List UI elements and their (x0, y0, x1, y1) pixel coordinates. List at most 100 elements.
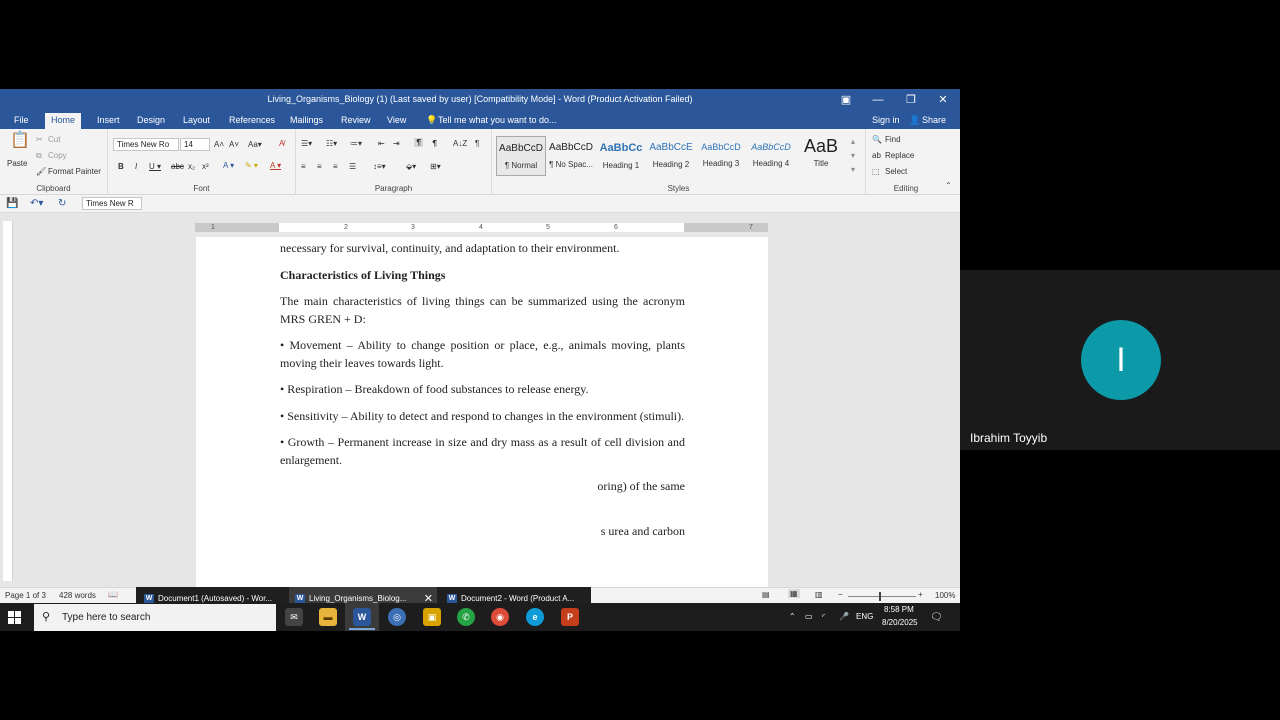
undo-icon[interactable]: ↶▾ (30, 198, 43, 209)
store-icon[interactable]: ▣ (423, 608, 441, 626)
qat-font-box[interactable]: Times New R (82, 197, 142, 210)
shrink-font-icon[interactable]: A˅ (229, 140, 239, 149)
document-body[interactable]: necessary for survival, continuity, and … (280, 237, 685, 540)
style-heading-4[interactable]: AaBbCcD Heading 4 (746, 136, 796, 176)
strikethrough-icon[interactable]: abc (171, 162, 184, 171)
styles-scroll-down-icon[interactable]: ▾ (851, 151, 855, 160)
clear-formatting-icon[interactable]: A̸ (279, 139, 284, 148)
pilcrow-icon[interactable]: ¶ (475, 139, 479, 148)
microphone-icon[interactable]: 🎤 (839, 612, 849, 621)
read-mode-icon[interactable]: ▤ (762, 590, 770, 599)
tab-design[interactable]: Design (131, 113, 171, 129)
web-layout-icon[interactable]: ▥ (815, 590, 823, 599)
thumbnail-document2[interactable]: W Document2 - Word (Product A... (441, 587, 589, 603)
decrease-indent-icon[interactable]: ⇤ (378, 139, 385, 148)
underline-icon[interactable]: U ▾ (149, 162, 161, 171)
shading-icon[interactable]: ⬙▾ (406, 162, 416, 171)
justify-icon[interactable]: ☰ (349, 162, 356, 171)
whatsapp-icon[interactable]: ✆ (457, 608, 475, 626)
subscript-icon[interactable]: x₂ (188, 162, 195, 171)
font-color-icon[interactable]: A ▾ (270, 161, 281, 170)
align-center-icon[interactable]: ≡ (317, 162, 322, 171)
line-spacing-icon[interactable]: ↕≡▾ (373, 162, 386, 171)
save-icon[interactable]: 💾 (6, 198, 18, 209)
zoom-slider[interactable] (848, 596, 916, 597)
zoom-in-icon[interactable]: + (918, 590, 923, 599)
ltr-icon[interactable]: ¶⃗ (414, 138, 424, 147)
replace-button[interactable]: Replace (885, 151, 914, 160)
proofing-icon[interactable]: 📖 (108, 590, 118, 599)
network-icon[interactable]: ◜ (822, 612, 825, 621)
tab-file[interactable]: File (8, 113, 35, 129)
thumbnail-living-organisms[interactable]: W Living_Organisms_Biolog... ✕ (289, 587, 437, 603)
page-count[interactable]: Page 1 of 3 (5, 591, 46, 600)
style-heading-1[interactable]: AaBbCc Heading 1 (596, 136, 646, 176)
zoom-slider-thumb[interactable] (879, 592, 881, 601)
styles-more-icon[interactable]: ▾ (851, 165, 855, 174)
minimize-button[interactable]: — (868, 92, 888, 108)
paste-button[interactable]: Paste (7, 159, 27, 168)
superscript-icon[interactable]: x² (202, 162, 209, 171)
restore-button[interactable]: ❐ (901, 92, 921, 108)
taskbar-search[interactable]: ⚲ Type here to search (34, 604, 276, 631)
word-taskbar-icon[interactable]: W (353, 608, 371, 626)
mail-icon[interactable]: ✉ (285, 608, 303, 626)
font-size-box[interactable]: 14 (180, 138, 210, 151)
font-name-box[interactable]: Times New Ro (113, 138, 179, 151)
clock-date[interactable]: 8/20/2025 (882, 618, 918, 627)
multilevel-list-icon[interactable]: ≔▾ (350, 139, 362, 148)
increase-indent-icon[interactable]: ⇥ (393, 139, 400, 148)
cut-button[interactable]: Cut (48, 135, 60, 144)
clock-time[interactable]: 8:58 PM (884, 605, 914, 614)
bold-icon[interactable]: B (118, 162, 124, 171)
chrome-icon[interactable]: ◉ (491, 608, 509, 626)
italic-icon[interactable]: I (135, 162, 137, 171)
notifications-icon[interactable]: 🗨 (930, 612, 943, 623)
tab-references[interactable]: References (223, 113, 281, 129)
style-no-spacing[interactable]: AaBbCcD ¶ No Spac... (546, 136, 596, 176)
select-button[interactable]: Select (885, 167, 907, 176)
print-layout-icon[interactable]: ▦ (788, 589, 800, 598)
copy-button[interactable]: Copy (48, 151, 67, 160)
styles-scroll-up-icon[interactable]: ▴ (851, 137, 855, 146)
format-painter-button[interactable]: Format Painter (48, 167, 101, 176)
style-title[interactable]: AaB Title (796, 136, 846, 176)
thumbnail-document1[interactable]: W Document1 (Autosaved) - Wor... (138, 587, 286, 603)
borders-icon[interactable]: ⊞▾ (430, 162, 441, 171)
align-right-icon[interactable]: ≡ (333, 162, 338, 171)
zoom-level[interactable]: 100% (935, 591, 955, 600)
rtl-icon[interactable]: ¶⃖ (432, 139, 437, 148)
sign-in-link[interactable]: Sign in (872, 115, 900, 125)
tab-insert[interactable]: Insert (91, 113, 126, 129)
close-button[interactable]: ✕ (933, 92, 953, 108)
tab-view[interactable]: View (381, 113, 412, 129)
share-button[interactable]: Share (922, 115, 946, 125)
collapse-ribbon-icon[interactable]: ⌃ (945, 181, 952, 190)
highlight-icon[interactable]: ✎ ▾ (245, 161, 258, 170)
style-heading-2[interactable]: AaBbCcE Heading 2 (646, 136, 696, 176)
edge-icon[interactable]: e (526, 608, 544, 626)
battery-icon[interactable]: ▭ (805, 612, 813, 621)
powerpoint-icon[interactable]: P (561, 608, 579, 626)
paste-icon[interactable]: 📋 (10, 133, 30, 155)
thumbnail-close-icon[interactable]: ✕ (424, 592, 433, 603)
zoom-out-icon[interactable]: − (838, 590, 843, 599)
sort-icon[interactable]: A↓Z (453, 139, 467, 148)
tab-home[interactable]: Home (45, 113, 82, 129)
style-normal[interactable]: AaBbCcD ¶ Normal (496, 136, 546, 176)
tab-review[interactable]: Review (335, 113, 377, 129)
align-left-icon[interactable]: ≡ (301, 162, 306, 171)
document-page[interactable]: necessary for survival, continuity, and … (196, 237, 768, 587)
language-indicator[interactable]: ENG (856, 612, 873, 621)
file-explorer-icon[interactable]: ▬ (319, 608, 337, 626)
grow-font-icon[interactable]: A˄ (214, 140, 224, 149)
tell-me-input[interactable]: Tell me what you want to do... (438, 115, 557, 125)
bullets-icon[interactable]: ☰▾ (301, 139, 312, 148)
change-case-icon[interactable]: Aa▾ (248, 140, 262, 149)
redo-icon[interactable]: ↻ (58, 198, 66, 209)
numbering-icon[interactable]: ☷▾ (326, 139, 337, 148)
tray-chevron-icon[interactable]: ⌃ (789, 612, 796, 621)
text-effects-icon[interactable]: A ▾ (223, 161, 234, 170)
ribbon-display-icon[interactable]: ▣ (836, 92, 856, 108)
tab-mailings[interactable]: Mailings (284, 113, 329, 129)
